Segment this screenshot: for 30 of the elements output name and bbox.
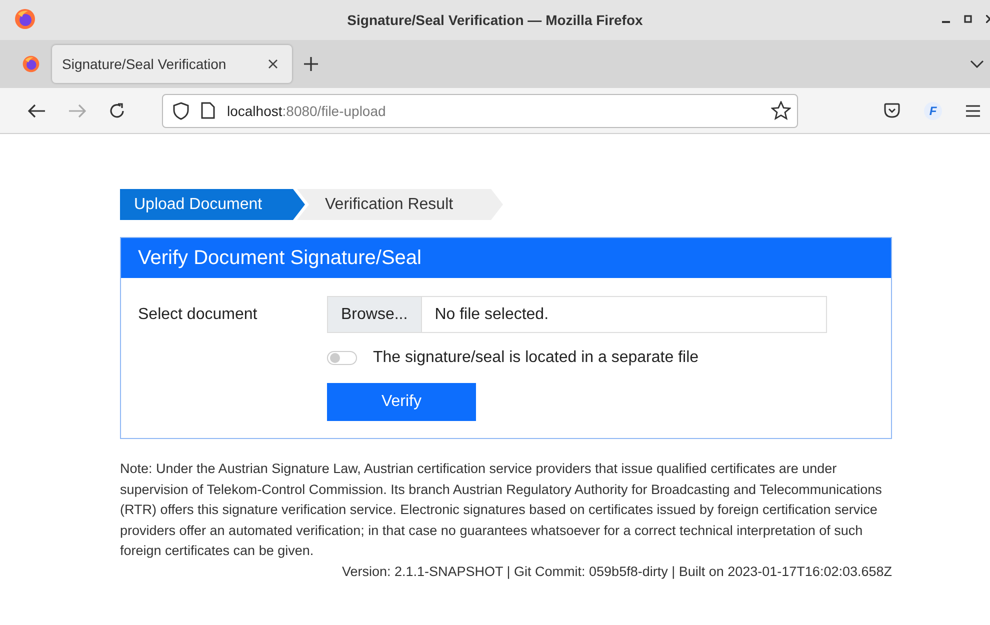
shield-icon[interactable] (173, 102, 189, 120)
field-label: Select document (138, 306, 258, 324)
toggle-label: The signature/seal is located in a separate file (373, 349, 699, 367)
reload-icon[interactable] (108, 102, 126, 120)
tab-favicon-icon (22, 55, 40, 73)
browser-tab[interactable]: Signature/Seal Verification (52, 45, 292, 83)
back-arrow-icon[interactable] (28, 104, 46, 118)
browse-button[interactable]: Browse... (328, 297, 422, 332)
url-text: localhost:8080/file-upload (227, 102, 386, 118)
version-info: Version: 2.1.1-SNAPSHOT | Git Commit: 059b5f8-dirty | Built on 2023-01-17T16:02:03.658Z (342, 564, 892, 579)
pocket-icon[interactable] (884, 103, 900, 118)
file-input[interactable]: Browse... No file selected. (327, 296, 827, 333)
tab-title: Signature/Seal Verification (62, 56, 226, 72)
note-paragraph: Note: Under the Austrian Signature Law, Austrian certification service providers that issue qualified certificates are under supervision of Telekom-Control Commission. Its branch Austrian Regulatory Authority for Broadcasting and Telecommunications (RTR) offers this signature verification service. Electronic signatures based on certificates issued by foreign certification service providers offer an automated verification; in that case no guarantees whatsoever for a correct technical interpretation of such foreign certificates can be given. (120, 460, 883, 560)
plus-icon[interactable] (304, 57, 318, 71)
file-status: No file selected. (434, 304, 549, 324)
browser-logo-icon (14, 8, 36, 30)
window-title: Signature/Seal Verification — Mozilla Firefox (347, 12, 643, 28)
address-bar[interactable]: localhost:8080/file-upload (162, 94, 798, 128)
card-title: Verify Document Signature/Seal (121, 238, 891, 278)
chevron-down-icon[interactable] (970, 60, 984, 68)
maximize-icon[interactable] (964, 15, 972, 23)
verify-button[interactable]: Verify (327, 383, 476, 421)
menu-icon[interactable] (966, 104, 980, 116)
page-icon[interactable] (201, 102, 215, 119)
star-icon[interactable] (771, 101, 791, 120)
account-avatar[interactable]: F (924, 102, 942, 120)
wizard-step[interactable]: Upload Document (120, 189, 305, 220)
wizard-step[interactable]: Verification Result (297, 189, 503, 220)
toggle-switch[interactable] (327, 351, 357, 365)
